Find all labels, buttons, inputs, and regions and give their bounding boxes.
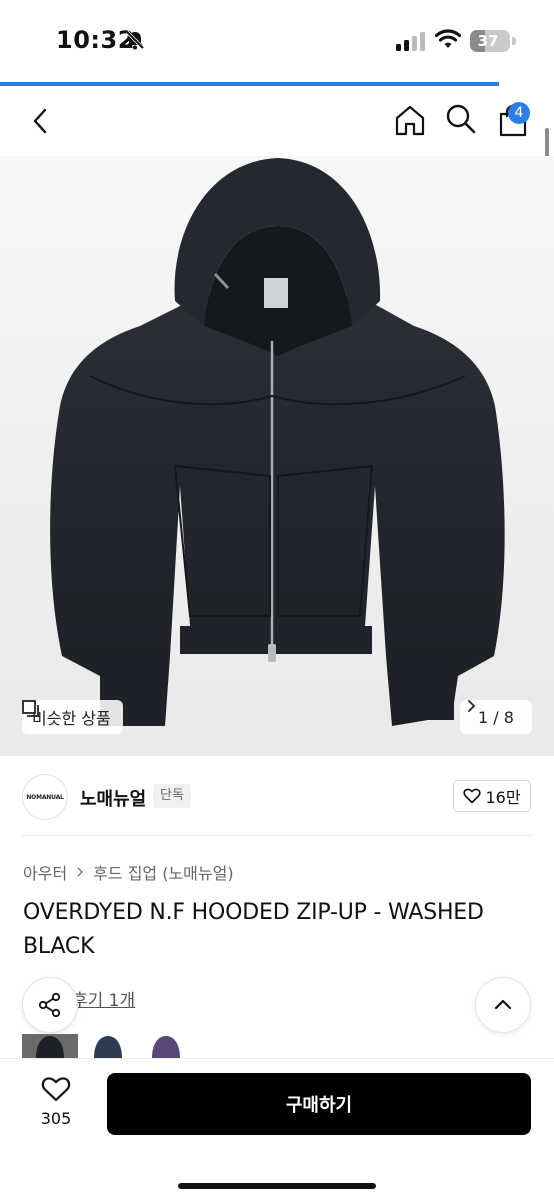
back-icon[interactable] bbox=[24, 104, 58, 138]
bell-muted-icon bbox=[125, 30, 145, 50]
product-title: OVERDYED N.F HOODED ZIP-UP - WASHED BLAC… bbox=[23, 900, 484, 959]
signal-icon bbox=[396, 32, 425, 51]
divider bbox=[22, 835, 532, 836]
brand-logo-text: NOMANUAL bbox=[26, 793, 64, 801]
review-link[interactable]: 후기 1개 bbox=[72, 986, 135, 1011]
home-indicator bbox=[178, 1183, 376, 1189]
share-icon bbox=[38, 992, 61, 1018]
similar-icon bbox=[22, 700, 39, 717]
exclusive-tag: 단독 bbox=[153, 784, 191, 808]
buy-button-label: 구매하기 bbox=[285, 1095, 353, 1116]
product-image-gallery[interactable]: 비슷한 상품 1 / 8 bbox=[0, 156, 554, 756]
status-bar: 10:32 37 bbox=[0, 0, 554, 82]
battery-percent: 37 bbox=[477, 32, 499, 50]
cart-badge: 4 bbox=[508, 102, 530, 124]
bottom-action-bar: 305 구매하기 bbox=[0, 1058, 554, 1200]
home-icon[interactable] bbox=[392, 102, 428, 138]
nav-bar: 4 bbox=[0, 86, 554, 156]
share-button[interactable] bbox=[22, 977, 78, 1033]
battery-tip bbox=[512, 37, 516, 45]
similar-products-button[interactable]: 비슷한 상품 bbox=[22, 700, 123, 734]
brand-like-button[interactable]: 16만 bbox=[453, 780, 531, 812]
battery-icon: 37 bbox=[470, 30, 510, 52]
color-swatch-black[interactable] bbox=[22, 1034, 78, 1058]
swatch-hoodie bbox=[36, 1036, 64, 1058]
breadcrumb-subcategory[interactable]: 후드 집업 (노매뉴얼) bbox=[93, 860, 233, 884]
brand-row: NOMANUAL 노매뉴얼 단독 16만 bbox=[0, 756, 554, 836]
wishlist-count: 305 bbox=[40, 1109, 72, 1128]
chevron-right-icon bbox=[77, 867, 84, 877]
buy-button[interactable]: 구매하기 bbox=[107, 1073, 531, 1135]
wishlist-button[interactable]: 305 bbox=[30, 1075, 82, 1135]
swatch-hoodie bbox=[94, 1036, 122, 1058]
chevron-up-icon bbox=[494, 999, 512, 1010]
similar-products-label: 비슷한 상품 bbox=[32, 709, 111, 728]
swatch-hoodie bbox=[152, 1036, 180, 1058]
heart-outline-icon bbox=[463, 788, 482, 804]
color-swatch-purple[interactable] bbox=[138, 1034, 194, 1058]
breadcrumb: 아우터 후드 집업 (노매뉴얼) bbox=[23, 860, 234, 884]
search-icon[interactable] bbox=[444, 102, 478, 136]
brand-logo[interactable]: NOMANUAL bbox=[22, 774, 68, 820]
brand-name[interactable]: 노매뉴얼 bbox=[80, 785, 146, 811]
color-swatch-navy[interactable] bbox=[80, 1034, 136, 1058]
chevron-right-icon bbox=[468, 700, 476, 712]
color-swatches bbox=[22, 1034, 196, 1058]
image-counter-button[interactable]: 1 / 8 bbox=[460, 700, 532, 734]
brand-like-count: 16만 bbox=[485, 788, 521, 807]
image-counter-text: 1 / 8 bbox=[478, 707, 514, 727]
scroll-to-top-button[interactable] bbox=[475, 977, 531, 1033]
heart-icon bbox=[41, 1077, 71, 1102]
wifi-icon bbox=[435, 29, 461, 48]
breadcrumb-category[interactable]: 아우터 bbox=[23, 860, 67, 884]
hoodie-photo bbox=[50, 158, 505, 726]
